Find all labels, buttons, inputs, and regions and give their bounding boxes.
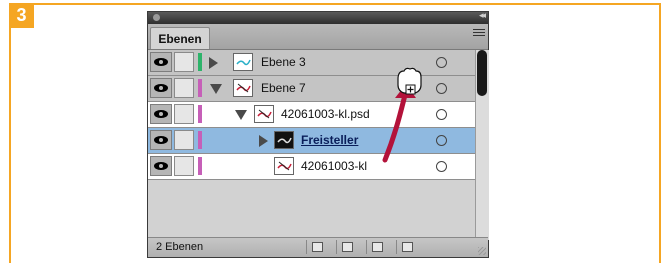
scrollbar[interactable] [475,50,489,240]
layer-color-bar [198,157,202,175]
layer-color-bar [198,53,202,71]
layer-row[interactable]: Ebene 3 [148,50,475,76]
collapse-icon[interactable]: ◂◂ [479,11,486,21]
page-frame-left [9,3,11,263]
trash-icon[interactable] [396,240,419,254]
layer-thumbnail [254,105,274,123]
eye-icon[interactable] [150,78,172,98]
eye-icon[interactable] [150,130,172,150]
expand-triangle-icon[interactable] [209,57,218,69]
step-number-badge: 3 [9,3,34,28]
target-circle-icon[interactable] [436,161,447,172]
layer-thumbnail [233,53,253,71]
lock-toggle-icon[interactable] [174,156,194,176]
layer-row[interactable]: Ebene 7 [148,76,475,102]
layer-list: Ebene 3 Ebene 7 42061003-kl.psd Freistel… [148,50,475,180]
lock-toggle-icon[interactable] [174,78,194,98]
page-frame-top [9,3,661,5]
panel-footer: 2 Ebenen [148,237,488,257]
lock-toggle-icon[interactable] [174,130,194,150]
panel-titlebar[interactable]: ◂◂ [148,11,488,24]
expand-triangle-icon[interactable] [259,135,268,147]
layer-thumbnail [233,79,253,97]
target-circle-icon[interactable] [436,109,447,120]
panel-tab-row: Ebenen [148,24,488,50]
eye-icon[interactable] [150,104,172,124]
collapse-triangle-icon[interactable] [235,110,247,120]
layer-count: 2 Ebenen [156,241,204,253]
layer-row-selected[interactable]: Freisteller [148,128,475,154]
close-icon[interactable] [153,14,160,21]
layer-name: Ebene 7 [261,81,306,95]
scrollbar-thumb[interactable] [477,50,487,96]
new-sublayer-icon[interactable] [336,240,359,254]
layer-thumbnail [274,131,294,149]
layer-color-bar [198,105,202,123]
resize-grip[interactable] [478,247,486,255]
target-circle-icon[interactable] [436,57,447,68]
layer-thumbnail [274,157,294,175]
layer-name: Freisteller [301,133,359,147]
layer-name: 42061003-kl.psd [281,107,370,121]
clipping-mask-icon[interactable] [306,240,329,254]
layer-name: Ebene 3 [261,55,306,69]
eye-icon[interactable] [150,156,172,176]
new-layer-icon[interactable] [366,240,389,254]
lock-toggle-icon[interactable] [174,52,194,72]
layers-panel: ◂◂ Ebenen Ebene 3 Ebene 7 42061003-kl.ps… [147,11,489,258]
layer-row[interactable]: 42061003-kl.psd [148,102,475,128]
panel-menu-icon[interactable] [473,29,485,39]
layer-color-bar [198,79,202,97]
collapse-triangle-icon[interactable] [210,84,222,94]
layer-color-bar [198,131,202,149]
eye-icon[interactable] [150,52,172,72]
layer-name: 42061003-kl [301,159,368,173]
target-circle-icon[interactable] [436,135,447,146]
page-frame-right [659,3,661,263]
lock-toggle-icon[interactable] [174,104,194,124]
target-circle-icon[interactable] [436,83,447,94]
tab-layers[interactable]: Ebenen [150,27,210,49]
layer-row[interactable]: 42061003-kl [148,154,475,180]
